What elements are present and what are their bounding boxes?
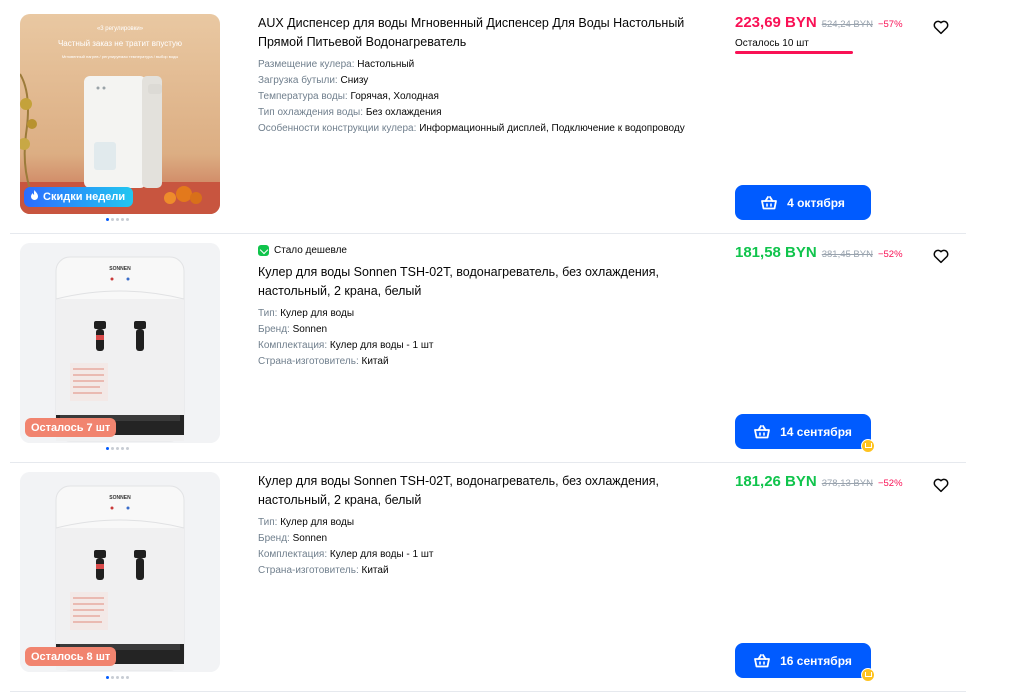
image-subline: Мгновенный нагрев / регулируемая темпера… (62, 54, 179, 59)
prop-row: Температура воды: Горячая, Холодная (258, 91, 439, 102)
prop-row: Загрузка бутыли: Снизу (258, 75, 369, 86)
heart-icon[interactable] (932, 247, 950, 265)
product-list: «3 регулировки» Частный заказ не тратит … (10, 0, 966, 692)
product-image[interactable]: SONNEN Осталось 8 шт (20, 472, 220, 672)
prop-row: Бренд: Sonnen (258, 533, 328, 544)
image-headline: Частный заказ не тратит впустую (58, 39, 182, 48)
current-price: 181,58 BYN (735, 244, 817, 261)
cheaper-check-icon (258, 244, 269, 256)
product-card[interactable]: SONNEN Осталось 7 шт Стало дешевле Кулер (10, 234, 966, 463)
price-block: 181,26 BYN 378,13 BYN −52% (735, 473, 903, 490)
discount: −57% (877, 19, 903, 30)
add-to-cart-button[interactable]: 14 сентября (735, 414, 875, 453)
prop-row: Комплектация: Кулер для воды - 1 шт (258, 340, 434, 351)
product-title[interactable]: Кулер для воды Sonnen TSH-02T, водонагре… (258, 263, 698, 301)
image-tagline: «3 регулировки» (97, 26, 144, 32)
product-card[interactable]: «3 регулировки» Частный заказ не тратит … (10, 0, 966, 234)
product-props: Тип: Кулер для воды Бренд: Sonnen Компле… (258, 515, 698, 579)
weekly-sale-label: Скидки недели (43, 191, 126, 203)
delivery-date: 4 октября (787, 195, 845, 210)
product-title[interactable]: AUX Диспенсер для воды Мгновенный Диспен… (258, 14, 698, 52)
heart-icon[interactable] (932, 476, 950, 494)
product-title[interactable]: Кулер для воды Sonnen TSH-02T, водонагре… (258, 472, 698, 510)
discount: −52% (877, 478, 903, 489)
stock-badge: Осталось 8 шт (25, 647, 117, 666)
product-image[interactable]: «3 регулировки» Частный заказ не тратит … (20, 14, 220, 214)
delivery-date: 14 сентября (780, 424, 852, 439)
prop-row: Комплектация: Кулер для воды - 1 шт (258, 549, 434, 560)
image-pager[interactable] (106, 218, 129, 221)
dispenser-illustration: «3 регулировки» Частный заказ не тратит … (20, 14, 220, 214)
prop-row: Особенности конструкции кулера: Информац… (258, 123, 685, 134)
price-drop-label: Стало дешевле (258, 243, 698, 257)
cooler-illustration: SONNEN (20, 472, 220, 672)
brand-logo: SONNEN (109, 495, 131, 501)
basket-icon (754, 653, 771, 667)
prop-row: Бренд: Sonnen (258, 324, 328, 335)
product-info: Кулер для воды Sonnen TSH-02T, водонагре… (258, 472, 698, 579)
basket-icon (761, 195, 777, 209)
product-image[interactable]: SONNEN Осталось 7 шт (20, 243, 220, 443)
image-pager[interactable] (106, 447, 129, 450)
heart-icon[interactable] (932, 18, 950, 36)
prop-row: Страна-изготовитель: Китай (258, 356, 389, 367)
price-block: 223,69 BYN 524,24 BYN −57% (735, 14, 903, 31)
prop-row: Страна-изготовитель: Китай (258, 565, 389, 576)
product-card[interactable]: SONNEN Осталось 8 шт Кулер для воды Sonn… (10, 463, 966, 692)
price-drop-text: Стало дешевле (274, 244, 347, 256)
prop-row: Размещение кулера: Настольный (258, 59, 415, 70)
prop-row: Тип: Кулер для воды (258, 517, 355, 528)
add-to-cart-button[interactable]: 16 сентября (735, 643, 875, 682)
old-price: 381,45 BYN (821, 249, 873, 260)
delivery-date: 16 сентября (780, 653, 852, 668)
product-info: AUX Диспенсер для воды Мгновенный Диспен… (258, 14, 698, 137)
current-price: 223,69 BYN (735, 14, 817, 31)
image-pager[interactable] (106, 676, 129, 679)
stock-left: Осталось 10 шт (735, 38, 809, 49)
weekly-sale-badge: Скидки недели (24, 187, 134, 207)
brand-logo: SONNEN (109, 266, 131, 272)
price-block: 181,58 BYN 381,45 BYN −52% (735, 244, 903, 261)
crown-icon (861, 439, 875, 453)
crown-icon (861, 668, 875, 682)
add-to-cart-button[interactable]: 4 октября (735, 185, 871, 220)
cooler-illustration: SONNEN (20, 243, 220, 443)
prop-row: Тип охлаждения воды: Без охлаждения (258, 107, 442, 118)
old-price: 378,13 BYN (821, 478, 873, 489)
basket-icon (754, 424, 771, 438)
prop-row: Тип: Кулер для воды (258, 308, 355, 319)
stock-badge: Осталось 7 шт (25, 418, 117, 437)
product-info: Стало дешевле Кулер для воды Sonnen TSH-… (258, 243, 698, 370)
old-price: 524,24 BYN (821, 19, 873, 30)
stock-bar (735, 51, 853, 54)
product-props: Размещение кулера: Настольный Загрузка б… (258, 57, 698, 137)
product-props: Тип: Кулер для воды Бренд: Sonnen Компле… (258, 306, 698, 370)
fire-icon (30, 190, 39, 204)
discount: −52% (877, 249, 903, 260)
current-price: 181,26 BYN (735, 473, 817, 490)
